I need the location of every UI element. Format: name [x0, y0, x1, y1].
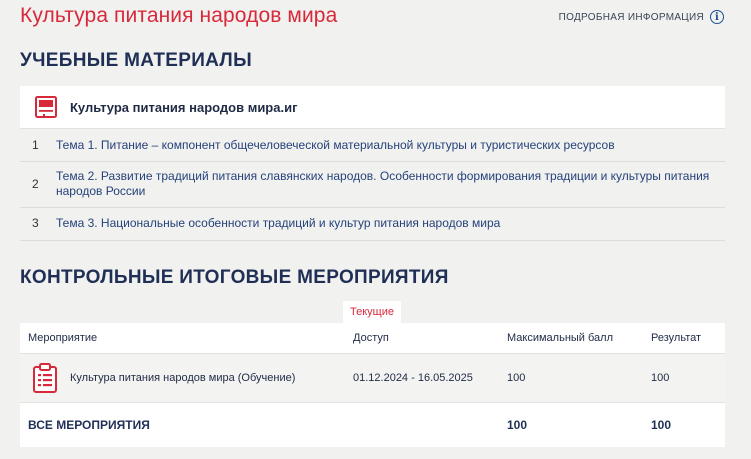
topic-link[interactable]: Тема 3. Национальные особенности традици…	[56, 216, 725, 231]
table-header: Мероприятие Доступ Максимальный балл Рез…	[20, 323, 725, 354]
materials-card: Культура питания народов мира.иг 1 Тема …	[20, 86, 725, 241]
course-title[interactable]: Культура питания народов мира.иг	[70, 100, 298, 115]
column-header-access: Доступ	[353, 332, 389, 344]
more-info-label: ПОДРОБНАЯ ИНФОРМАЦИЯ	[558, 11, 704, 23]
topic-row[interactable]: 1 Тема 1. Питание – компонент общечелове…	[20, 129, 725, 162]
column-header-max-score: Максимальный балл	[507, 332, 613, 344]
more-info-link[interactable]: ПОДРОБНАЯ ИНФОРМАЦИЯ i	[559, 10, 724, 24]
total-max-score: 100	[507, 418, 528, 432]
topic-link[interactable]: Тема 2. Развитие традиций питания славян…	[56, 169, 725, 199]
events-table: Мероприятие Доступ Максимальный балл Рез…	[20, 323, 725, 447]
book-icon	[35, 96, 57, 118]
event-max-score: 100	[507, 372, 526, 384]
topic-row[interactable]: 2 Тема 2. Развитие традиций питания слав…	[20, 162, 725, 208]
total-result: 100	[651, 418, 672, 432]
topic-row[interactable]: 3 Тема 3. Национальные особенности тради…	[20, 208, 725, 241]
event-access: 01.12.2024 - 16.05.2025	[353, 372, 473, 384]
tab-current[interactable]: Текущие	[343, 301, 401, 323]
clipboard-icon	[33, 363, 57, 393]
event-result: 100	[651, 372, 670, 384]
total-row: ВСЕ МЕРОПРИЯТИЯ 100 100	[20, 403, 725, 447]
total-label: ВСЕ МЕРОПРИЯТИЯ	[28, 418, 150, 432]
topic-number: 1	[32, 138, 39, 152]
page-title: Культура питания народов мира	[20, 4, 338, 27]
event-link[interactable]: Культура питания народов мира (Обучение)	[70, 372, 295, 384]
course-header[interactable]: Культура питания народов мира.иг	[20, 86, 725, 129]
table-row[interactable]: Культура питания народов мира (Обучение)…	[20, 354, 725, 403]
event-cell[interactable]: Культура питания народов мира (Обучение)	[20, 363, 353, 393]
column-header-result: Результат	[651, 332, 702, 344]
column-header-event: Мероприятие	[28, 332, 98, 344]
info-circle-icon[interactable]: i	[710, 10, 724, 24]
topic-number: 2	[32, 177, 39, 191]
events-heading: КОНТРОЛЬНЫЕ ИТОГОВЫЕ МЕРОПРИЯТИЯ	[20, 267, 449, 288]
topic-link[interactable]: Тема 1. Питание – компонент общечеловече…	[56, 138, 725, 153]
materials-heading: УЧЕБНЫЕ МАТЕРИАЛЫ	[20, 50, 252, 71]
topic-number: 3	[32, 216, 39, 230]
